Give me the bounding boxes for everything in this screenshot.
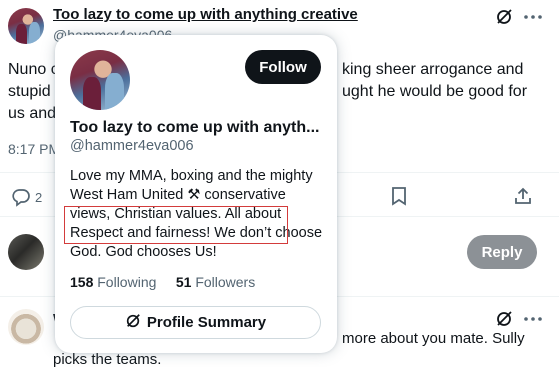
- profile-summary-button[interactable]: Profile Summary: [70, 306, 321, 339]
- profile-hover-card: Follow Too lazy to come up with anyth...…: [55, 35, 337, 353]
- hover-card-stats: 158 Following 51 Followers: [70, 274, 255, 290]
- share-icon[interactable]: [514, 186, 532, 206]
- bio-line: Love my MMA, boxing and the mighty: [70, 168, 313, 184]
- tweet-text-line: ught he would be good for: [342, 83, 528, 100]
- bio-line: God. God chooses Us!: [70, 244, 217, 260]
- tweet-text-line: Nuno c: [8, 61, 59, 78]
- reply-count: 2: [35, 190, 43, 205]
- bio-line: West Ham United ⚒ conservative: [70, 187, 286, 203]
- reply-button[interactable]: Reply: [467, 235, 537, 269]
- reply-author-avatar[interactable]: [8, 309, 44, 345]
- following-link[interactable]: 158 Following: [70, 274, 156, 290]
- hover-card-avatar[interactable]: [70, 50, 130, 110]
- tweet-author-avatar[interactable]: [8, 8, 44, 44]
- highlight-annotation-box: [64, 206, 288, 244]
- tweet-text-line: king sheer arrogance and: [342, 61, 524, 78]
- tweet-text-line: stupid: [8, 83, 51, 100]
- hover-card-name[interactable]: Too lazy to come up with anyth...: [70, 119, 328, 137]
- tweet-timestamp[interactable]: 8:17 PM: [8, 141, 60, 157]
- more-options-icon[interactable]: [523, 14, 543, 20]
- tweet-text-line: us and: [8, 105, 57, 122]
- grok-slash-icon: [125, 313, 141, 333]
- tweet-author-name[interactable]: Too lazy to come up with anything creati…: [53, 6, 358, 23]
- following-count: 158: [70, 274, 94, 290]
- user-avatar[interactable]: [8, 234, 44, 270]
- followers-label: Followers: [195, 274, 256, 290]
- hover-card-handle[interactable]: @hammer4eva006: [70, 138, 194, 154]
- reply-icon[interactable]: [11, 187, 31, 207]
- grok-slash-icon[interactable]: [495, 8, 513, 26]
- grok-slash-icon[interactable]: [495, 310, 513, 328]
- more-options-icon[interactable]: [523, 316, 543, 322]
- followers-count: 51: [175, 274, 192, 290]
- reply-text-line: more about you mate. Sully: [342, 330, 525, 347]
- profile-summary-label: Profile Summary: [146, 314, 267, 331]
- followers-link[interactable]: 51 Followers: [176, 274, 255, 290]
- bookmark-icon[interactable]: [390, 186, 408, 206]
- follow-button[interactable]: Follow: [245, 50, 321, 84]
- following-label: Following: [97, 274, 157, 290]
